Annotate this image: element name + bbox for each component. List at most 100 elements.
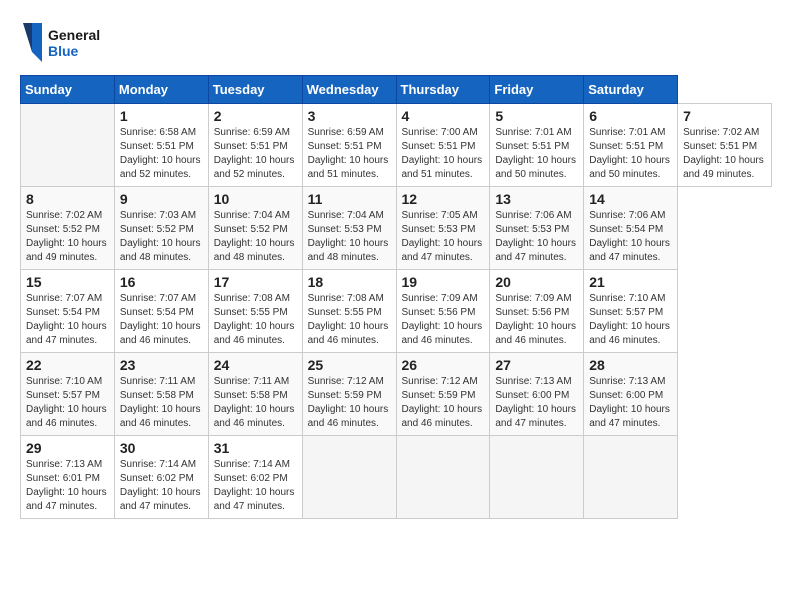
day-number: 8: [26, 191, 109, 207]
day-of-week-header: Tuesday: [208, 76, 302, 104]
day-info: Sunrise: 6:59 AM Sunset: 5:51 PM Dayligh…: [308, 126, 391, 182]
calendar-day-cell: 2Sunrise: 6:59 AM Sunset: 5:51 PM Daylig…: [208, 104, 302, 187]
day-info: Sunrise: 7:02 AM Sunset: 5:51 PM Dayligh…: [683, 126, 766, 182]
day-of-week-header: Friday: [490, 76, 584, 104]
calendar-day-cell: 12 Sunrise: 7:05 AM Sunset: 5:53 PM Dayli…: [396, 187, 490, 270]
day-info: Sunrise: 7:13 AM Sunset: 6:01 PM Dayligh…: [26, 458, 109, 514]
day-info: Sunrise: 7:05 AM Sunset: 5:53 PM Dayligh…: [402, 209, 485, 265]
calendar-day-cell: 13 Sunrise: 7:06 AM Sunset: 5:53 PM Dayli…: [490, 187, 584, 270]
day-number: 12: [402, 191, 485, 207]
day-info: Sunrise: 7:11 AM Sunset: 5:58 PM Dayligh…: [120, 375, 203, 431]
calendar-day-cell: 20 Sunrise: 7:09 AM Sunset: 5:56 PM Dayli…: [490, 270, 584, 353]
day-number: 3: [308, 108, 391, 124]
day-number: 26: [402, 357, 485, 373]
day-info: Sunrise: 7:01 AM Sunset: 5:51 PM Dayligh…: [495, 126, 578, 182]
day-info: Sunrise: 7:09 AM Sunset: 5:56 PM Dayligh…: [495, 292, 578, 348]
day-info: Sunrise: 7:00 AM Sunset: 5:51 PM Dayligh…: [402, 126, 485, 182]
day-number: 4: [402, 108, 485, 124]
calendar-day-cell: 15 Sunrise: 7:07 AM Sunset: 5:54 PM Dayli…: [21, 270, 115, 353]
day-number: 29: [26, 440, 109, 456]
day-number: 16: [120, 274, 203, 290]
day-number: 1: [120, 108, 203, 124]
day-number: 22: [26, 357, 109, 373]
day-info: Sunrise: 7:14 AM Sunset: 6:02 PM Dayligh…: [120, 458, 203, 514]
calendar-day-cell: 31 Sunrise: 7:14 AM Sunset: 6:02 PM Dayli…: [208, 436, 302, 519]
day-number: 28: [589, 357, 672, 373]
calendar-header-row: SundayMondayTuesdayWednesdayThursdayFrid…: [21, 76, 772, 104]
calendar-day-cell: 29 Sunrise: 7:13 AM Sunset: 6:01 PM Dayli…: [21, 436, 115, 519]
calendar-day-cell: 23 Sunrise: 7:11 AM Sunset: 5:58 PM Dayli…: [114, 353, 208, 436]
calendar-day-cell: 30 Sunrise: 7:14 AM Sunset: 6:02 PM Dayli…: [114, 436, 208, 519]
day-info: Sunrise: 7:06 AM Sunset: 5:53 PM Dayligh…: [495, 209, 578, 265]
day-number: 19: [402, 274, 485, 290]
day-number: 11: [308, 191, 391, 207]
day-info: Sunrise: 7:07 AM Sunset: 5:54 PM Dayligh…: [120, 292, 203, 348]
logo-svg: GeneralBlue: [20, 20, 110, 65]
calendar-day-cell: 5 Sunrise: 7:01 AM Sunset: 5:51 PM Daylig…: [490, 104, 584, 187]
calendar-week-row: 8 Sunrise: 7:02 AM Sunset: 5:52 PM Daylig…: [21, 187, 772, 270]
svg-text:General: General: [48, 27, 100, 43]
calendar-week-row: 22 Sunrise: 7:10 AM Sunset: 5:57 PM Dayli…: [21, 353, 772, 436]
day-number: 7: [683, 108, 766, 124]
calendar-day-cell: 16 Sunrise: 7:07 AM Sunset: 5:54 PM Dayli…: [114, 270, 208, 353]
day-number: 23: [120, 357, 203, 373]
calendar-week-row: 15 Sunrise: 7:07 AM Sunset: 5:54 PM Dayli…: [21, 270, 772, 353]
calendar-day-cell: 14Sunrise: 7:06 AM Sunset: 5:54 PM Dayli…: [584, 187, 678, 270]
calendar-day-cell: 22 Sunrise: 7:10 AM Sunset: 5:57 PM Dayli…: [21, 353, 115, 436]
calendar-week-row: 1 Sunrise: 6:58 AM Sunset: 5:51 PM Daylig…: [21, 104, 772, 187]
calendar-day-cell: 6Sunrise: 7:01 AM Sunset: 5:51 PM Daylig…: [584, 104, 678, 187]
day-number: 30: [120, 440, 203, 456]
day-info: Sunrise: 7:02 AM Sunset: 5:52 PM Dayligh…: [26, 209, 109, 265]
day-info: Sunrise: 7:04 AM Sunset: 5:53 PM Dayligh…: [308, 209, 391, 265]
calendar-day-cell: [490, 436, 584, 519]
calendar-day-cell: 1 Sunrise: 6:58 AM Sunset: 5:51 PM Daylig…: [114, 104, 208, 187]
page-header: GeneralBlue: [20, 20, 772, 65]
day-number: 5: [495, 108, 578, 124]
day-info: Sunrise: 7:01 AM Sunset: 5:51 PM Dayligh…: [589, 126, 672, 182]
day-number: 18: [308, 274, 391, 290]
day-info: Sunrise: 7:03 AM Sunset: 5:52 PM Dayligh…: [120, 209, 203, 265]
day-number: 10: [214, 191, 297, 207]
calendar-day-cell: 25Sunrise: 7:12 AM Sunset: 5:59 PM Dayli…: [302, 353, 396, 436]
day-number: 24: [214, 357, 297, 373]
day-number: 25: [308, 357, 391, 373]
day-number: 27: [495, 357, 578, 373]
calendar-day-cell: 10 Sunrise: 7:04 AM Sunset: 5:52 PM Dayli…: [208, 187, 302, 270]
day-info: Sunrise: 7:12 AM Sunset: 5:59 PM Dayligh…: [402, 375, 485, 431]
calendar-day-cell: 19Sunrise: 7:09 AM Sunset: 5:56 PM Dayli…: [396, 270, 490, 353]
day-of-week-header: Saturday: [584, 76, 678, 104]
day-info: Sunrise: 7:10 AM Sunset: 5:57 PM Dayligh…: [589, 292, 672, 348]
day-number: 13: [495, 191, 578, 207]
calendar-day-cell: [396, 436, 490, 519]
calendar-day-cell: 9 Sunrise: 7:03 AM Sunset: 5:52 PM Daylig…: [114, 187, 208, 270]
calendar-day-cell: 28Sunrise: 7:13 AM Sunset: 6:00 PM Dayli…: [584, 353, 678, 436]
day-info: Sunrise: 7:11 AM Sunset: 5:58 PM Dayligh…: [214, 375, 297, 431]
day-info: Sunrise: 7:07 AM Sunset: 5:54 PM Dayligh…: [26, 292, 109, 348]
day-info: Sunrise: 7:13 AM Sunset: 6:00 PM Dayligh…: [495, 375, 578, 431]
calendar-day-cell: [302, 436, 396, 519]
calendar-day-cell: 8 Sunrise: 7:02 AM Sunset: 5:52 PM Daylig…: [21, 187, 115, 270]
day-info: Sunrise: 7:06 AM Sunset: 5:54 PM Dayligh…: [589, 209, 672, 265]
day-info: Sunrise: 7:08 AM Sunset: 5:55 PM Dayligh…: [214, 292, 297, 348]
logo: GeneralBlue: [20, 20, 110, 65]
day-number: 17: [214, 274, 297, 290]
calendar-body: 1 Sunrise: 6:58 AM Sunset: 5:51 PM Daylig…: [21, 104, 772, 519]
day-number: 31: [214, 440, 297, 456]
day-info: Sunrise: 7:04 AM Sunset: 5:52 PM Dayligh…: [214, 209, 297, 265]
day-number: 15: [26, 274, 109, 290]
calendar-day-cell: 17 Sunrise: 7:08 AM Sunset: 5:55 PM Dayli…: [208, 270, 302, 353]
day-number: 9: [120, 191, 203, 207]
svg-text:Blue: Blue: [48, 43, 79, 59]
calendar-day-cell: 27 Sunrise: 7:13 AM Sunset: 6:00 PM Dayli…: [490, 353, 584, 436]
calendar-table: SundayMondayTuesdayWednesdayThursdayFrid…: [20, 75, 772, 519]
day-info: Sunrise: 7:10 AM Sunset: 5:57 PM Dayligh…: [26, 375, 109, 431]
empty-cell: [21, 104, 115, 187]
calendar-day-cell: 3 Sunrise: 6:59 AM Sunset: 5:51 PM Daylig…: [302, 104, 396, 187]
calendar-day-cell: 24 Sunrise: 7:11 AM Sunset: 5:58 PM Dayli…: [208, 353, 302, 436]
day-number: 20: [495, 274, 578, 290]
day-info: Sunrise: 7:14 AM Sunset: 6:02 PM Dayligh…: [214, 458, 297, 514]
day-of-week-header: Thursday: [396, 76, 490, 104]
day-of-week-header: Sunday: [21, 76, 115, 104]
calendar-week-row: 29 Sunrise: 7:13 AM Sunset: 6:01 PM Dayli…: [21, 436, 772, 519]
day-info: Sunrise: 6:58 AM Sunset: 5:51 PM Dayligh…: [120, 126, 203, 182]
